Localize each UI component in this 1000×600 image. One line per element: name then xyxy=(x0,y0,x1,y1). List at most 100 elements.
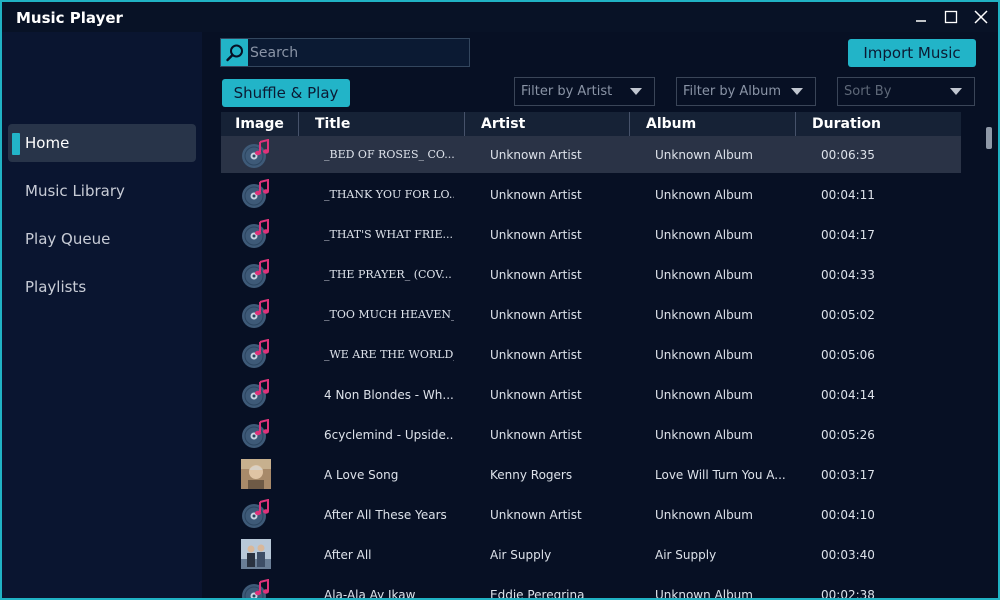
sidebar: Home Music Library Play Queue Playlists xyxy=(2,32,202,598)
music-disc-icon xyxy=(241,498,271,529)
cell-album: Unknown Album xyxy=(655,387,753,402)
cell-album: Unknown Album xyxy=(655,307,753,322)
search-icon[interactable] xyxy=(221,39,248,66)
cell-album: Air Supply xyxy=(655,547,717,562)
cell-album: Unknown Album xyxy=(655,347,753,362)
cell-album: Unknown Album xyxy=(655,587,753,599)
cell-duration: 00:04:14 xyxy=(821,387,875,402)
cell-duration: 00:04:17 xyxy=(821,227,875,242)
import-music-button[interactable]: Import Music xyxy=(848,39,976,67)
table-row[interactable]: _THAT'S WHAT FRIE... Unknown Artist Unknow… xyxy=(221,216,961,253)
sort-by-select[interactable]: Sort By xyxy=(837,77,975,106)
music-disc-icon xyxy=(241,338,271,369)
search-box xyxy=(220,38,470,67)
sidebar-item-play-queue[interactable]: Play Queue xyxy=(8,220,196,258)
cell-duration: 00:06:35 xyxy=(821,147,875,162)
chevron-down-icon xyxy=(950,88,962,95)
cell-duration: 00:03:40 xyxy=(821,547,875,562)
sidebar-item-label: Home xyxy=(25,134,70,152)
search-input[interactable] xyxy=(250,40,466,65)
cell-artist: Unknown Artist xyxy=(490,307,582,322)
cell-duration: 00:05:02 xyxy=(821,307,875,322)
cell-duration: 00:02:38 xyxy=(821,587,875,599)
cell-album: Unknown Album xyxy=(655,187,753,202)
filter-album-select[interactable]: Filter by Album xyxy=(676,77,816,106)
column-header-duration[interactable]: Duration xyxy=(796,112,961,136)
sidebar-item-home[interactable]: Home xyxy=(8,124,196,162)
chevron-down-icon xyxy=(630,88,642,95)
table-header: Image Title Artist Album Duration xyxy=(221,112,961,136)
sort-by-value: Sort By xyxy=(844,84,892,99)
table-row[interactable]: After All These Years Unknown Artist Unkno… xyxy=(221,496,961,533)
table-row[interactable]: 4 Non Blondes - Wh... Unknown Artist Unkno… xyxy=(221,376,961,413)
cell-artist: Air Supply xyxy=(490,547,552,562)
column-header-artist[interactable]: Artist xyxy=(465,112,630,136)
table-row[interactable]: 6cyclemind - Upside... Unknown Artist Unkn… xyxy=(221,416,961,453)
column-header-album[interactable]: Album xyxy=(630,112,796,136)
table-row[interactable]: _WE ARE THE WORLD_... Unknown Artist Unkno… xyxy=(221,336,961,373)
cell-title: A Love Song xyxy=(324,467,399,482)
song-list: _BED OF ROSES_ CO... Unknown Artist Unknow… xyxy=(221,136,961,598)
cell-duration: 00:03:17 xyxy=(821,467,875,482)
cell-artist: Unknown Artist xyxy=(490,147,582,162)
close-icon[interactable] xyxy=(968,6,994,28)
cell-artist: Unknown Artist xyxy=(490,267,582,282)
cell-artist: Unknown Artist xyxy=(490,387,582,402)
table-row[interactable]: After All Air Supply Air Supply 00:03:40 xyxy=(221,536,961,573)
filter-artist-select[interactable]: Filter by Artist xyxy=(514,77,655,106)
cell-artist: Unknown Artist xyxy=(490,427,582,442)
music-disc-icon xyxy=(241,298,271,329)
music-disc-icon xyxy=(241,138,271,169)
cell-title: 4 Non Blondes - Wh... xyxy=(324,387,454,402)
table-row[interactable]: A Love Song Kenny Rogers Love Will Turn Yo… xyxy=(221,456,961,493)
app-title: Music Player xyxy=(16,9,123,27)
table-row[interactable]: _TOO MUCH HEAVEN_ ... Unknown Artist Unkno… xyxy=(221,296,961,333)
music-disc-icon xyxy=(241,578,271,598)
minimize-icon[interactable] xyxy=(908,6,934,28)
column-header-image[interactable]: Image xyxy=(221,112,299,136)
cell-title: 6cyclemind - Upside... xyxy=(324,427,454,442)
sidebar-item-label: Play Queue xyxy=(25,230,111,248)
sidebar-item-playlists[interactable]: Playlists xyxy=(8,268,196,306)
table-row[interactable]: _THANK YOU FOR LO... Unknown Artist Unknow… xyxy=(221,176,961,213)
sidebar-item-label: Playlists xyxy=(25,278,87,296)
cell-title: After All These Years xyxy=(324,507,447,522)
cell-duration: 00:05:26 xyxy=(821,427,875,442)
maximize-icon[interactable] xyxy=(938,6,964,28)
shuffle-play-button[interactable]: Shuffle & Play xyxy=(222,79,350,107)
active-indicator xyxy=(12,133,20,155)
cell-title: Ala-Ala Ay Ikaw xyxy=(324,587,416,599)
cell-title: _BED OF ROSES_ CO... xyxy=(324,148,454,161)
filter-album-value: Filter by Album xyxy=(683,84,782,99)
cell-title: _THE PRAYER_ (COV... xyxy=(324,268,452,281)
cell-artist: Unknown Artist xyxy=(490,187,582,202)
cell-artist: Eddie Peregrina xyxy=(490,587,585,599)
cell-title: _THANK YOU FOR LO... xyxy=(324,188,454,201)
music-disc-icon xyxy=(241,418,271,449)
chevron-down-icon xyxy=(791,88,803,95)
music-disc-icon xyxy=(241,218,271,249)
scrollbar-thumb[interactable] xyxy=(986,127,992,149)
cell-duration: 00:04:10 xyxy=(821,507,875,522)
column-header-title[interactable]: Title xyxy=(299,112,465,136)
cell-album: Unknown Album xyxy=(655,267,753,282)
cell-artist: Unknown Artist xyxy=(490,507,582,522)
table-row[interactable]: Ala-Ala Ay Ikaw Eddie Peregrina Unknown Al… xyxy=(221,576,961,598)
title-bar: Music Player xyxy=(2,2,998,32)
album-art-thumbnail xyxy=(241,539,271,569)
cell-duration: 00:04:11 xyxy=(821,187,875,202)
music-disc-icon xyxy=(241,378,271,409)
sidebar-item-music-library[interactable]: Music Library xyxy=(8,172,196,210)
table-row[interactable]: _BED OF ROSES_ CO... Unknown Artist Unknow… xyxy=(221,136,961,173)
table-row[interactable]: _THE PRAYER_ (COV... Unknown Artist Unknow… xyxy=(221,256,961,293)
cell-artist: Unknown Artist xyxy=(490,227,582,242)
cell-album: Unknown Album xyxy=(655,147,753,162)
vertical-scrollbar[interactable] xyxy=(986,112,992,598)
cell-album: Unknown Album xyxy=(655,507,753,522)
sidebar-item-label: Music Library xyxy=(25,182,125,200)
cell-album: Unknown Album xyxy=(655,427,753,442)
music-disc-icon xyxy=(241,178,271,209)
cell-title: After All xyxy=(324,547,372,562)
filter-artist-value: Filter by Artist xyxy=(521,84,613,99)
cell-album: Unknown Album xyxy=(655,227,753,242)
